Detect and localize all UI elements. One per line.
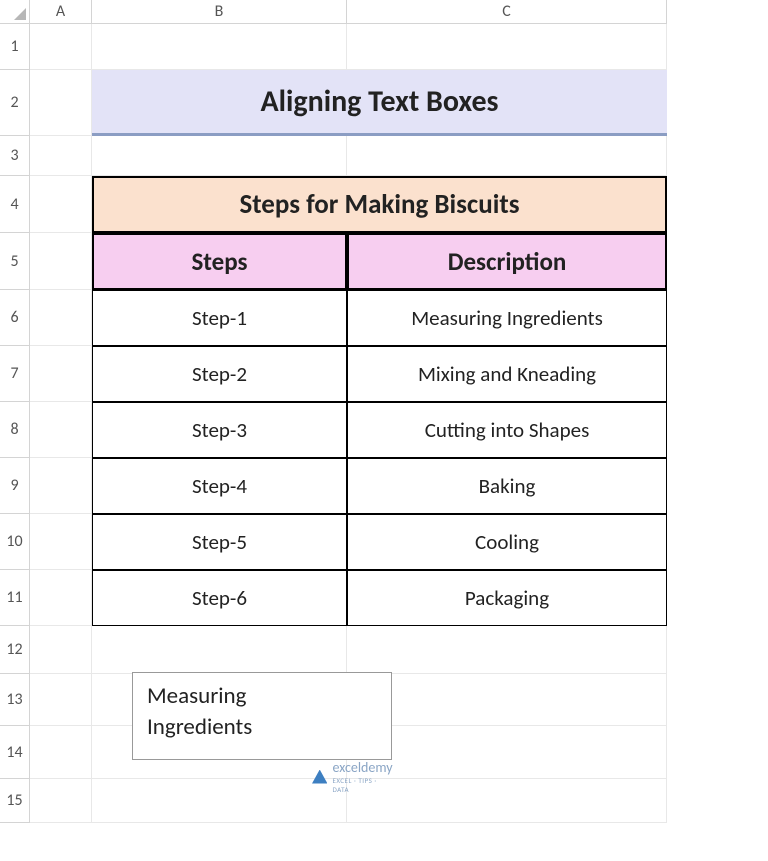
table-header-1: Description <box>347 233 667 290</box>
row-header-12[interactable]: 12 <box>0 626 30 674</box>
cell[interactable] <box>30 136 92 176</box>
cell[interactable] <box>30 674 92 726</box>
table-cell[interactable]: Baking <box>347 458 667 514</box>
cell[interactable] <box>92 24 347 70</box>
table-title: Steps for Making Biscuits <box>92 176 667 233</box>
cell[interactable] <box>347 24 667 70</box>
table-cell[interactable]: Step-2 <box>92 346 347 402</box>
table-cell[interactable]: Mixing and Kneading <box>347 346 667 402</box>
cell[interactable] <box>30 726 92 779</box>
cell[interactable] <box>30 514 92 570</box>
excel-icon <box>312 770 327 784</box>
table-cell[interactable]: Cutting into Shapes <box>347 402 667 458</box>
table-cell[interactable]: Packaging <box>347 570 667 626</box>
row-header-2[interactable]: 2 <box>0 70 30 136</box>
column-headers: ABC <box>30 0 667 24</box>
cell[interactable] <box>30 70 92 136</box>
column-header-A[interactable]: A <box>30 0 92 24</box>
cell[interactable] <box>30 290 92 346</box>
cell[interactable] <box>30 346 92 402</box>
cell[interactable] <box>347 674 667 726</box>
cell[interactable] <box>30 24 92 70</box>
table-header-0: Steps <box>92 233 347 290</box>
cell[interactable] <box>30 570 92 626</box>
table-cell[interactable]: Step-6 <box>92 570 347 626</box>
cell[interactable] <box>347 779 667 823</box>
cell[interactable] <box>30 233 92 290</box>
row-header-15[interactable]: 15 <box>0 779 30 823</box>
row-header-9[interactable]: 9 <box>0 458 30 514</box>
cell[interactable] <box>347 136 667 176</box>
cell[interactable] <box>92 779 347 823</box>
cell[interactable] <box>30 458 92 514</box>
row-header-5[interactable]: 5 <box>0 233 30 290</box>
column-header-B[interactable]: B <box>92 0 347 24</box>
column-header-C[interactable]: C <box>347 0 667 24</box>
row-header-11[interactable]: 11 <box>0 570 30 626</box>
cell[interactable] <box>30 402 92 458</box>
cell[interactable] <box>30 176 92 233</box>
title-banner: Aligning Text Boxes <box>92 70 667 136</box>
row-header-10[interactable]: 10 <box>0 514 30 570</box>
spreadsheet: ABC 123456789101112131415 Aligning Text … <box>0 0 768 861</box>
watermark: exceldemyEXCEL · TIPS · DATA <box>312 759 393 794</box>
table-cell[interactable]: Step-3 <box>92 402 347 458</box>
table-cell[interactable]: Step-4 <box>92 458 347 514</box>
row-header-7[interactable]: 7 <box>0 346 30 402</box>
watermark-text: exceldemyEXCEL · TIPS · DATA <box>332 759 393 794</box>
table-cell[interactable]: Measuring Ingredients <box>347 290 667 346</box>
row-headers: 123456789101112131415 <box>0 24 30 823</box>
table-cell[interactable]: Step-5 <box>92 514 347 570</box>
cell[interactable] <box>347 726 667 779</box>
text-box-line: Measuring <box>147 681 377 712</box>
row-header-1[interactable]: 1 <box>0 24 30 70</box>
row-header-8[interactable]: 8 <box>0 402 30 458</box>
cell[interactable] <box>30 779 92 823</box>
row-header-3[interactable]: 3 <box>0 136 30 176</box>
cell[interactable] <box>30 626 92 674</box>
table-cell[interactable]: Step-1 <box>92 290 347 346</box>
cell[interactable] <box>347 626 667 674</box>
cell[interactable] <box>92 626 347 674</box>
table-cell[interactable]: Cooling <box>347 514 667 570</box>
text-box[interactable]: MeasuringIngredients <box>132 672 392 760</box>
text-box-line: Ingredients <box>147 712 377 743</box>
row-header-6[interactable]: 6 <box>0 290 30 346</box>
row-header-4[interactable]: 4 <box>0 176 30 233</box>
select-all-corner[interactable] <box>0 0 30 24</box>
row-header-14[interactable]: 14 <box>0 726 30 779</box>
row-header-13[interactable]: 13 <box>0 674 30 726</box>
cell[interactable] <box>92 136 347 176</box>
